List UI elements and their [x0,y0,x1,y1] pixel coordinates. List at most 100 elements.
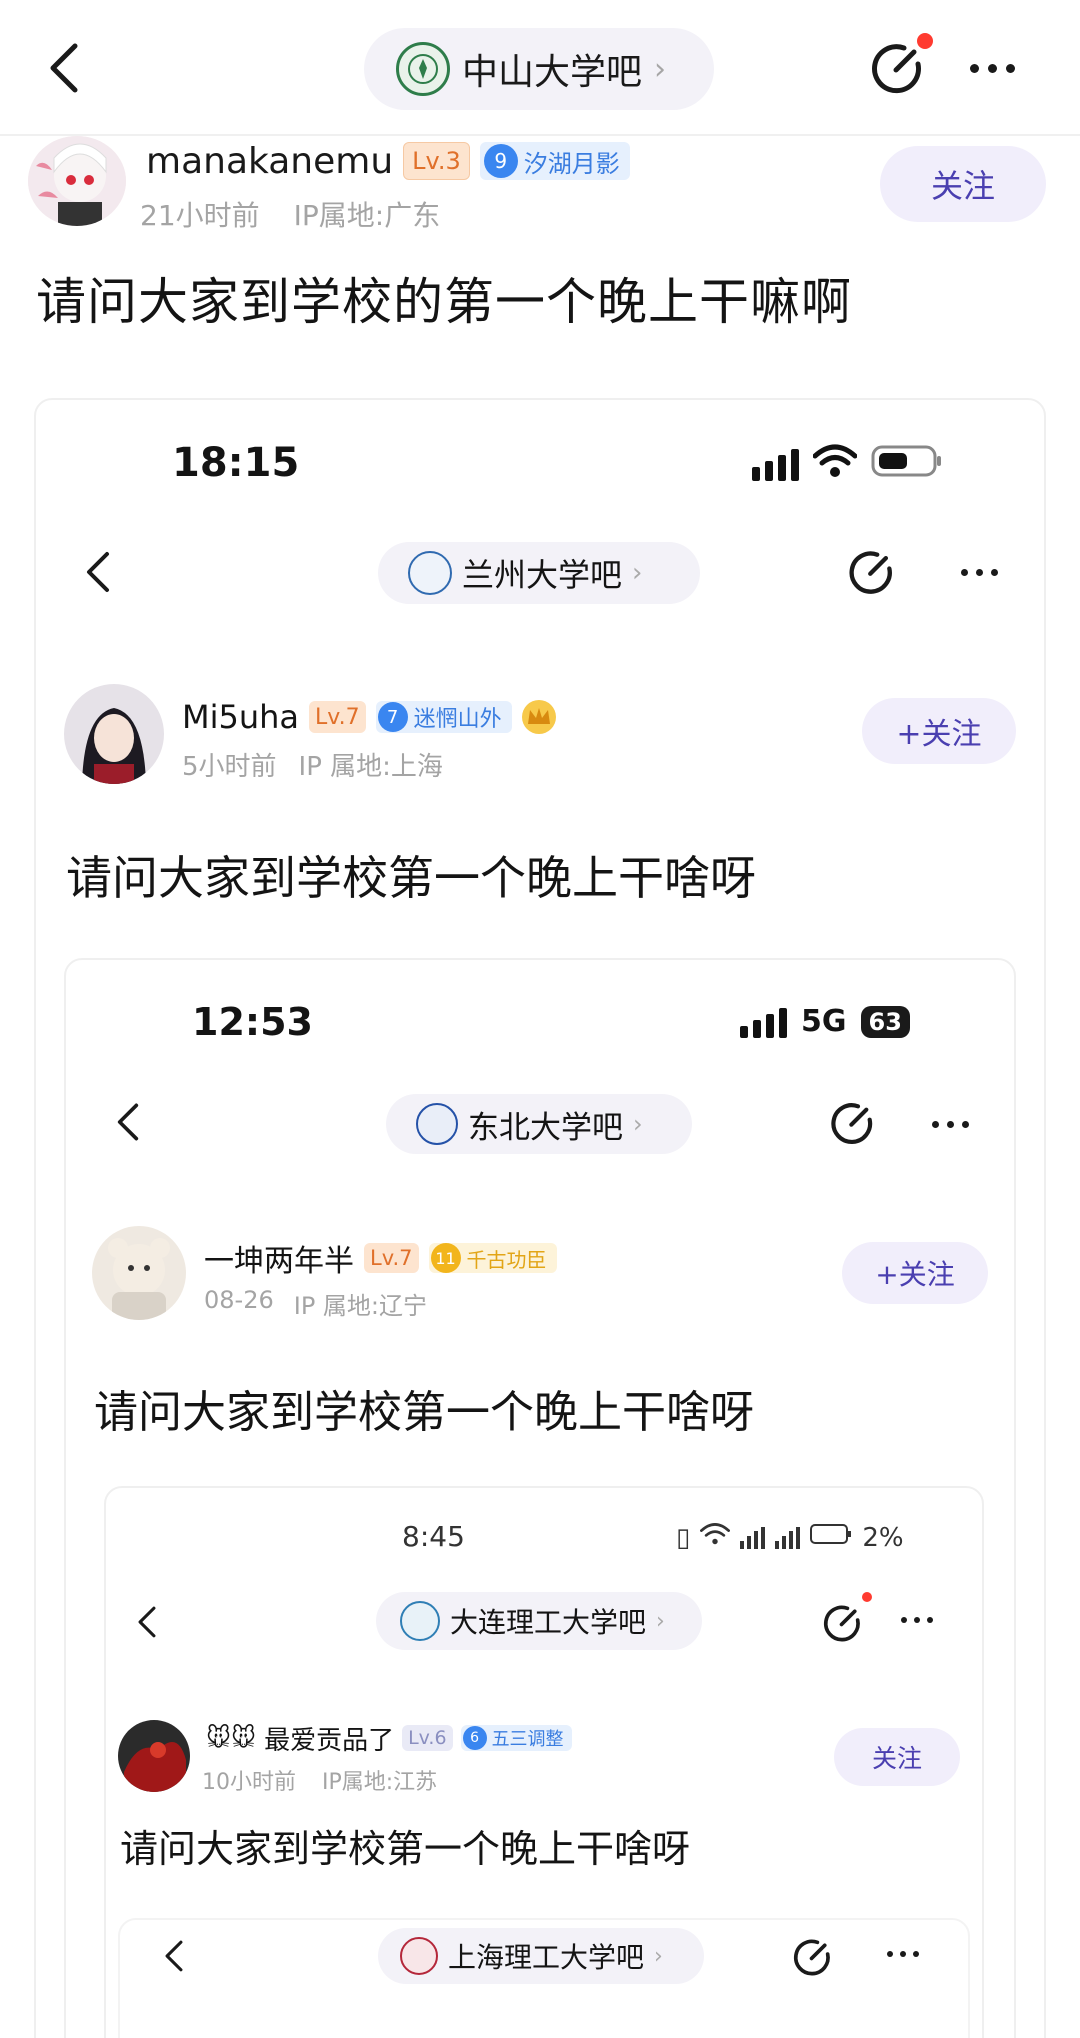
back-arrow-icon[interactable] [110,1096,146,1148]
member-badge-text: 迷惘山外 [413,707,502,732]
author-avatar[interactable] [64,684,164,784]
follow-button[interactable]: +关注 [842,1242,988,1304]
follow-button[interactable]: 关注 [834,1728,960,1786]
status-time: 18:15 [172,440,300,486]
vibrate-icon: ▯ [676,1522,691,1553]
forum-name: 中山大学吧 [462,52,643,93]
chevron-right-icon: › [654,1943,663,1969]
member-badge-text: 千古功臣 [466,1247,547,1272]
post-title: 请问大家到学校的第一个晚上干嘛啊 [36,273,852,331]
forum-name-pill[interactable]: 上海理工大学吧 › [378,1928,704,1984]
network-type: 5G [801,1004,847,1039]
forum-name: 上海理工大学吧 [448,1941,645,1974]
follow-button[interactable]: 关注 [880,146,1046,222]
forum-logo-icon [396,42,450,96]
chevron-right-icon: › [654,51,667,87]
status-icons [752,444,943,482]
diamond-icon: 7 [377,702,408,732]
post-meta: 10小时前 IP属地:江苏 [202,1764,437,1796]
compose-icon[interactable] [826,1096,880,1150]
post-title: 请问大家到学校第一个晚上干啥呀 [94,1387,754,1438]
battery-level: 63 [860,1005,910,1038]
member-badge: 9 汐湖月影 [479,142,630,180]
status-time: 8:45 [402,1520,465,1553]
forum-name: 东北大学吧 [468,1109,623,1146]
forum-logo-icon [408,551,452,595]
author-row: 🐭🐭 最爱贡品了 Lv.6 6 五三调整 [206,1720,572,1756]
more-icon[interactable] [962,54,1022,82]
compose-icon[interactable] [790,1934,836,1980]
author-name[interactable]: 最爱贡品了 [264,1720,394,1757]
level-badge: Lv.7 [364,1243,419,1273]
post-meta: 5小时前 IP 属地:上海 [182,746,443,783]
author-name[interactable]: Mi5uha [182,698,299,736]
notification-dot [862,1592,872,1602]
battery-level: 2% [862,1522,904,1553]
level-badge: Lv.6 [402,1725,453,1751]
author-avatar[interactable] [28,136,126,226]
wifi-icon [812,444,858,482]
diamond-icon: 11 [430,1243,461,1273]
battery-icon [810,1522,852,1553]
compose-icon[interactable] [844,544,900,600]
level-badge: Lv.7 [309,701,366,733]
level-badge: Lv.3 [403,142,470,180]
more-icon[interactable] [880,1946,926,1962]
post-meta: 08-26 IP 属地:辽宁 [204,1286,427,1321]
author-name[interactable]: manakanemu [146,141,393,182]
notification-dot [917,33,933,49]
back-arrow-icon[interactable] [132,1600,162,1644]
forum-logo-icon [416,1103,458,1145]
author-emoji: 🐭🐭 [206,1724,257,1752]
back-arrow-icon[interactable] [78,544,118,600]
post-ip: IP属地:江苏 [322,1770,438,1795]
forum-name-pill[interactable]: 大连理工大学吧 › [376,1592,702,1650]
author-name[interactable]: 一坤两年半 [204,1236,354,1280]
forum-name-pill[interactable]: 中山大学吧 › [364,28,714,110]
author-row: manakanemu Lv.3 9 汐湖月影 [146,136,630,186]
follow-button[interactable]: +关注 [862,698,1016,764]
forum-logo-icon [400,1601,440,1641]
member-badge: 6 五三调整 [460,1725,572,1751]
forum-name-pill[interactable]: 兰州大学吧 › [378,542,700,604]
member-badge-text: 汐湖月影 [523,149,620,178]
post-time: 21小时前 [140,199,260,232]
more-icon[interactable] [894,1612,940,1628]
chevron-right-icon: › [656,1608,665,1634]
back-arrow-icon[interactable] [36,36,92,100]
wifi-icon [700,1522,731,1553]
diamond-icon: 6 [462,1726,487,1750]
more-icon[interactable] [952,562,1006,582]
back-arrow-icon[interactable] [160,1934,188,1978]
member-badge: 7 迷惘山外 [375,701,512,733]
post-meta: 21小时前 IP属地:广东 [140,194,440,234]
signal-icon [740,1526,766,1549]
status-icons: ▯ 2% [676,1522,904,1553]
forum-name: 兰州大学吧 [462,556,623,594]
top-bar: 中山大学吧 › [0,0,1080,136]
more-icon[interactable] [924,1114,976,1134]
post-ip: IP 属地:上海 [298,752,443,782]
member-badge: 11 千古功臣 [428,1243,557,1273]
chevron-right-icon: › [632,558,643,588]
author-avatar[interactable] [118,1720,190,1792]
battery-icon [871,444,943,482]
post-title: 请问大家到学校第一个晚上干啥呀 [66,851,756,905]
post-title: 请问大家到学校第一个晚上干啥呀 [120,1827,691,1871]
signal-icon [740,1006,787,1038]
compose-icon[interactable] [820,1600,866,1646]
author-row: Mi5uha Lv.7 7 迷惘山外 [182,694,556,740]
crown-icon [521,700,556,734]
diamond-icon: 9 [483,144,518,178]
forum-name-pill[interactable]: 东北大学吧 › [386,1094,692,1154]
signal-icon-2 [775,1526,801,1549]
author-avatar[interactable] [92,1226,186,1320]
post-time: 5小时前 [182,752,277,782]
author-row: 一坤两年半 Lv.7 11 千古功臣 [204,1236,557,1280]
post-time: 08-26 [204,1286,274,1314]
status-time: 12:53 [192,1000,313,1044]
post-ip: IP 属地:辽宁 [293,1292,428,1320]
signal-icon [752,445,799,481]
post-time: 10小时前 [202,1770,296,1795]
forum-logo-icon [400,1937,438,1975]
